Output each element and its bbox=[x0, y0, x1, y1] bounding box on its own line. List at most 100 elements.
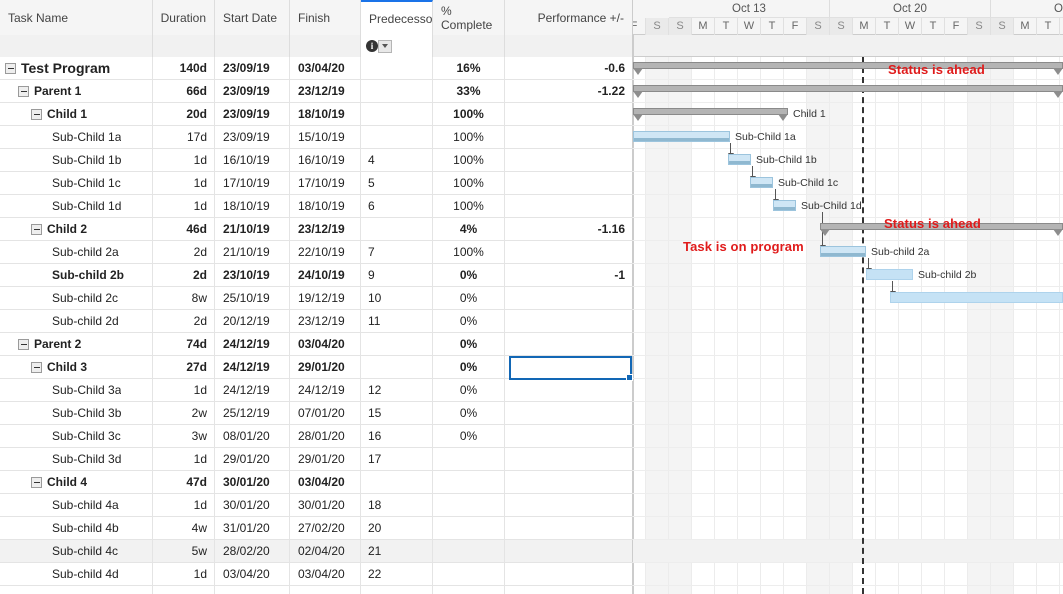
cell-performance[interactable] bbox=[505, 356, 633, 378]
table-row[interactable]: Sub-child 4a 1d 30/01/20 30/01/20 18 bbox=[0, 494, 633, 517]
cell-start-date[interactable]: 18/10/19 bbox=[215, 195, 290, 217]
table-row[interactable]: Sub-Child 1b 1d 16/10/19 16/10/19 4 100% bbox=[0, 149, 633, 172]
cell-finish[interactable]: 15/10/19 bbox=[290, 126, 361, 148]
gantt-summary-bar[interactable] bbox=[633, 85, 1063, 98]
cell-performance[interactable] bbox=[505, 517, 633, 539]
cell-percent-complete[interactable] bbox=[433, 517, 505, 539]
collapse-toggle-icon[interactable] bbox=[31, 361, 42, 373]
cell-finish[interactable]: 18/10/19 bbox=[290, 195, 361, 217]
cell-start-date[interactable]: 23/09/19 bbox=[215, 80, 290, 102]
cell-performance[interactable]: -1.22 bbox=[505, 80, 633, 102]
cell-finish[interactable]: 28/01/20 bbox=[290, 425, 361, 447]
cell-performance[interactable] bbox=[505, 448, 633, 470]
cell-finish[interactable]: 03/04/20 bbox=[290, 57, 361, 79]
cell-start-date[interactable]: 28/02/20 bbox=[215, 540, 290, 562]
cell-predecessors[interactable]: 17 bbox=[361, 448, 433, 470]
cell-task-name[interactable]: Sub-child 4a bbox=[0, 494, 153, 516]
cell-duration[interactable]: 1d bbox=[153, 563, 215, 585]
cell-performance[interactable] bbox=[505, 471, 633, 493]
cell-finish[interactable]: 29/01/20 bbox=[290, 448, 361, 470]
cell-performance[interactable]: -0.6 bbox=[505, 57, 633, 79]
cell-percent-complete[interactable]: 100% bbox=[433, 195, 505, 217]
cell-percent-complete[interactable]: 100% bbox=[433, 241, 505, 263]
cell-performance[interactable] bbox=[505, 540, 633, 562]
cell-duration[interactable]: 46d bbox=[153, 218, 215, 240]
cell-duration[interactable]: 1d bbox=[153, 448, 215, 470]
cell-performance[interactable] bbox=[505, 287, 633, 309]
cell-start-date[interactable]: 30/01/20 bbox=[215, 471, 290, 493]
cell-empty[interactable] bbox=[153, 586, 215, 594]
cell-percent-complete[interactable]: 0% bbox=[433, 356, 505, 378]
cell-task-name[interactable]: Sub-Child 1b bbox=[0, 149, 153, 171]
cell-finish[interactable]: 18/10/19 bbox=[290, 103, 361, 125]
cell-start-date[interactable]: 24/12/19 bbox=[215, 333, 290, 355]
cell-task-name[interactable]: Sub-Child 3d bbox=[0, 448, 153, 470]
cell-task-name[interactable]: Sub-child 2a bbox=[0, 241, 153, 263]
column-header-percent-complete[interactable]: % Complete bbox=[433, 0, 505, 35]
cell-task-name[interactable]: Sub-Child 1d bbox=[0, 195, 153, 217]
cell-performance[interactable] bbox=[505, 563, 633, 585]
cell-predecessors[interactable] bbox=[361, 218, 433, 240]
cell-finish[interactable]: 23/12/19 bbox=[290, 218, 361, 240]
filter-cell-duration[interactable] bbox=[153, 35, 215, 57]
gantt-task-bar[interactable] bbox=[773, 200, 796, 211]
cell-finish[interactable]: 03/04/20 bbox=[290, 333, 361, 355]
cell-percent-complete[interactable]: 0% bbox=[433, 287, 505, 309]
cell-predecessors[interactable]: 18 bbox=[361, 494, 433, 516]
cell-finish[interactable]: 29/01/20 bbox=[290, 356, 361, 378]
table-row[interactable]: Child 2 46d 21/10/19 23/12/19 4% -1.16 bbox=[0, 218, 633, 241]
column-header-task-name[interactable]: Task Name bbox=[0, 0, 153, 35]
cell-task-name[interactable]: Test Program bbox=[0, 57, 153, 79]
cell-duration[interactable]: 2d bbox=[153, 310, 215, 332]
column-header-duration[interactable]: Duration bbox=[153, 0, 215, 35]
cell-percent-complete[interactable]: 0% bbox=[433, 425, 505, 447]
cell-empty[interactable] bbox=[290, 586, 361, 594]
cell-task-name[interactable]: Sub-Child 1c bbox=[0, 172, 153, 194]
cell-performance[interactable] bbox=[505, 103, 633, 125]
table-row[interactable]: Sub-child 2d 2d 20/12/19 23/12/19 11 0% bbox=[0, 310, 633, 333]
cell-duration[interactable]: 27d bbox=[153, 356, 215, 378]
cell-percent-complete[interactable]: 4% bbox=[433, 218, 505, 240]
table-row[interactable]: Test Program 140d 23/09/19 03/04/20 16% -0.6 bbox=[0, 57, 633, 80]
cell-empty[interactable] bbox=[433, 586, 505, 594]
collapse-toggle-icon[interactable] bbox=[5, 62, 16, 74]
collapse-toggle-icon[interactable] bbox=[31, 223, 42, 235]
cell-duration[interactable]: 47d bbox=[153, 471, 215, 493]
table-row-blank[interactable] bbox=[0, 586, 633, 594]
cell-duration[interactable]: 140d bbox=[153, 57, 215, 79]
table-row[interactable]: Sub-child 2a 2d 21/10/19 22/10/19 7 100% bbox=[0, 241, 633, 264]
column-header-performance[interactable]: Performance +/- bbox=[505, 0, 633, 35]
cell-predecessors[interactable] bbox=[361, 103, 433, 125]
cell-duration[interactable]: 5w bbox=[153, 540, 215, 562]
cell-percent-complete[interactable]: 0% bbox=[433, 379, 505, 401]
filter-cell-finish[interactable] bbox=[290, 35, 361, 57]
cell-performance[interactable] bbox=[505, 425, 633, 447]
cell-predecessors[interactable]: 12 bbox=[361, 379, 433, 401]
cell-percent-complete[interactable]: 16% bbox=[433, 57, 505, 79]
cell-finish[interactable]: 19/12/19 bbox=[290, 287, 361, 309]
collapse-toggle-icon[interactable] bbox=[31, 476, 42, 488]
cell-predecessors[interactable]: 7 bbox=[361, 241, 433, 263]
cell-duration[interactable]: 8w bbox=[153, 287, 215, 309]
cell-predecessors[interactable]: 5 bbox=[361, 172, 433, 194]
cell-predecessors[interactable]: 21 bbox=[361, 540, 433, 562]
cell-finish[interactable]: 03/04/20 bbox=[290, 563, 361, 585]
cell-task-name[interactable]: Child 3 bbox=[0, 356, 153, 378]
gantt-task-bar[interactable] bbox=[820, 246, 866, 257]
cell-predecessors[interactable]: 15 bbox=[361, 402, 433, 424]
cell-performance[interactable] bbox=[505, 195, 633, 217]
cell-start-date[interactable]: 31/01/20 bbox=[215, 517, 290, 539]
table-row[interactable]: Sub-Child 1a 17d 23/09/19 15/10/19 100% bbox=[0, 126, 633, 149]
cell-predecessors[interactable]: 16 bbox=[361, 425, 433, 447]
collapse-toggle-icon[interactable] bbox=[31, 108, 42, 120]
column-header-start-date[interactable]: Start Date bbox=[215, 0, 290, 35]
cell-percent-complete[interactable] bbox=[433, 540, 505, 562]
cell-percent-complete[interactable]: 0% bbox=[433, 310, 505, 332]
filter-cell-performance[interactable] bbox=[505, 35, 633, 57]
cell-finish[interactable]: 23/12/19 bbox=[290, 310, 361, 332]
cell-performance[interactable]: -1 bbox=[505, 264, 633, 286]
cell-task-name[interactable]: Sub-child 4b bbox=[0, 517, 153, 539]
cell-predecessors[interactable]: 6 bbox=[361, 195, 433, 217]
cell-start-date[interactable]: 23/09/19 bbox=[215, 103, 290, 125]
cell-start-date[interactable]: 17/10/19 bbox=[215, 172, 290, 194]
